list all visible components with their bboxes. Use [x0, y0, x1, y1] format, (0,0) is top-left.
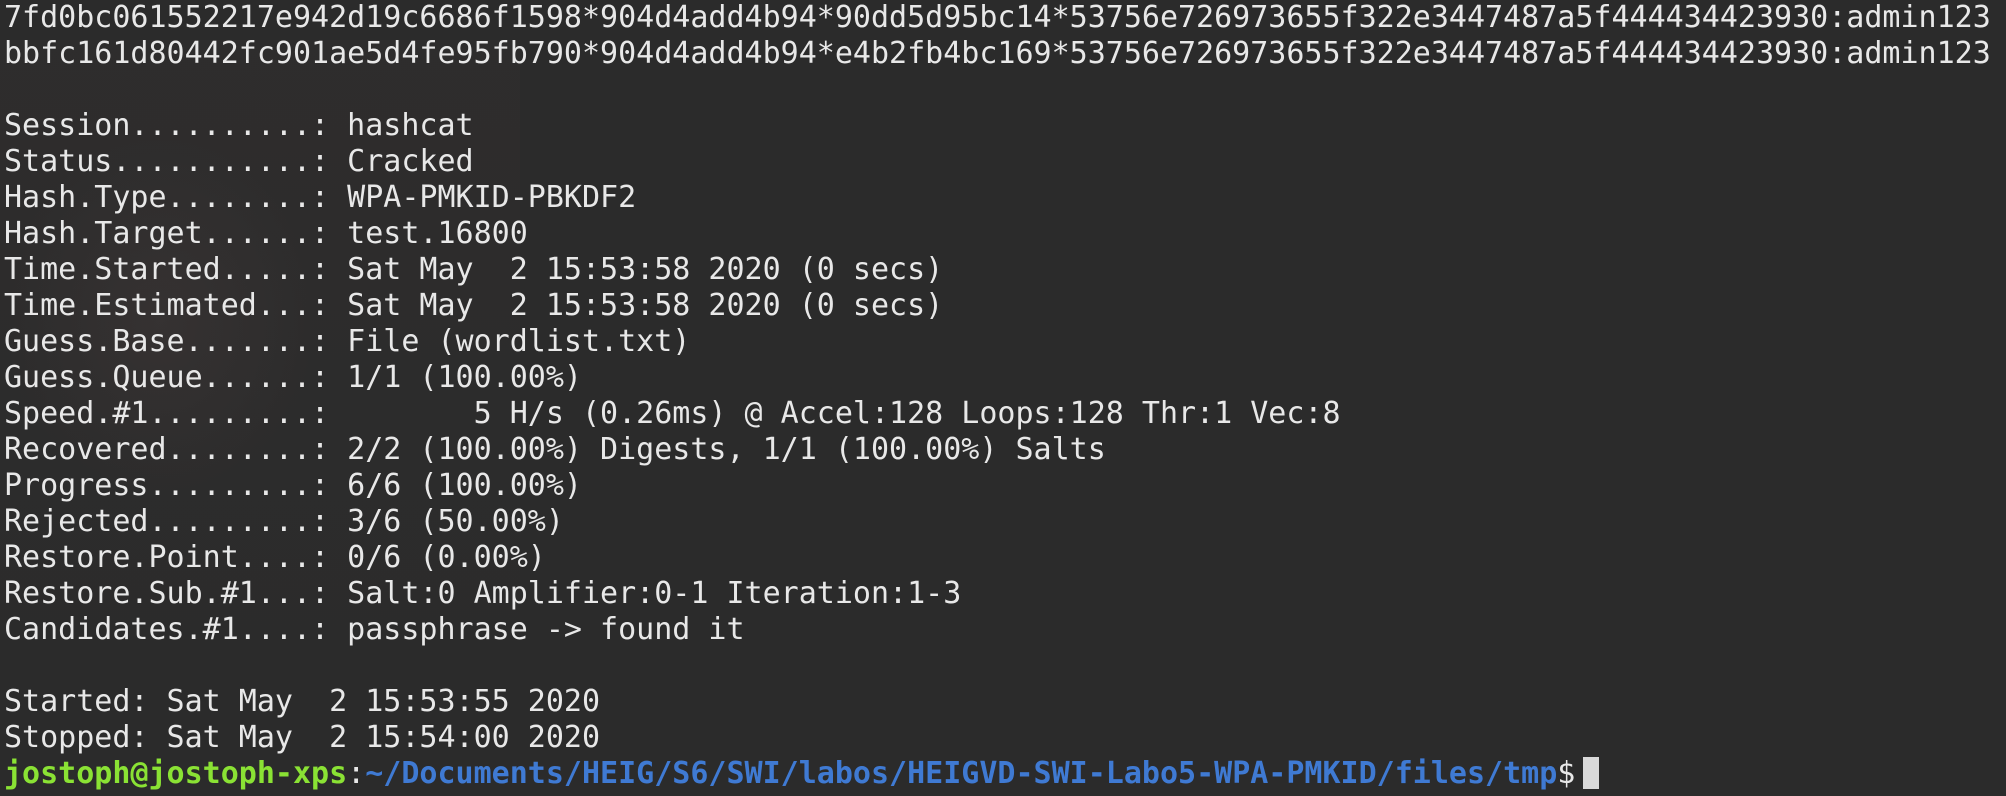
status-line-restore-point: Restore.Point....: 0/6 (0.00%) [4, 540, 546, 575]
status-line-candidates: Candidates.#1....: passphrase -> found i… [4, 612, 745, 647]
prompt-symbol: $ [1557, 756, 1576, 791]
status-line-time-estimated: Time.Estimated...: Sat May 2 15:53:58 20… [4, 288, 944, 323]
terminal-window[interactable]: 7fd0bc061552217e942d19c6686f1598*904d4ad… [0, 0, 2006, 796]
status-line-guess-queue: Guess.Queue......: 1/1 (100.00%) [4, 360, 582, 395]
status-line-time-started: Time.Started.....: Sat May 2 15:53:58 20… [4, 252, 944, 287]
status-line-guess-base: Guess.Base.......: File (wordlist.txt) [4, 324, 691, 359]
hash-result-line: 7fd0bc061552217e942d19c6686f1598*904d4ad… [4, 0, 1991, 35]
status-line-hash-type: Hash.Type........: WPA-PMKID-PBKDF2 [4, 180, 637, 215]
status-line-recovered: Recovered........: 2/2 (100.00%) Digests… [4, 432, 1106, 467]
status-line-hash-target: Hash.Target......: test.16800 [4, 216, 528, 251]
shell-prompt[interactable]: jostoph@jostoph-xps:~/Documents/HEIG/S6/… [4, 756, 2002, 792]
text-cursor[interactable] [1583, 757, 1600, 789]
status-line-rejected: Rejected.........: 3/6 (50.00%) [4, 504, 564, 539]
terminal-output: 7fd0bc061552217e942d19c6686f1598*904d4ad… [4, 0, 2002, 792]
status-line-restore-sub: Restore.Sub.#1...: Salt:0 Amplifier:0-1 … [4, 576, 962, 611]
prompt-user-host: jostoph@jostoph-xps [4, 756, 348, 791]
started-line: Started: Sat May 2 15:53:55 2020 [4, 684, 601, 719]
status-line-progress: Progress.........: 6/6 (100.00%) [4, 468, 582, 503]
stopped-line: Stopped: Sat May 2 15:54:00 2020 [4, 720, 601, 755]
hash-result-line: bbfc161d80442fc901ae5d4fe95fb790*904d4ad… [4, 36, 1991, 71]
prompt-path: ~/Documents/HEIG/S6/SWI/labos/HEIGVD-SWI… [365, 756, 1558, 791]
status-line-session: Session..........: hashcat [4, 108, 474, 143]
status-line-speed: Speed.#1.........: 5 H/s (0.26ms) @ Acce… [4, 396, 1341, 431]
status-line-status: Status...........: Cracked [4, 144, 474, 179]
prompt-separator: : [347, 756, 366, 791]
